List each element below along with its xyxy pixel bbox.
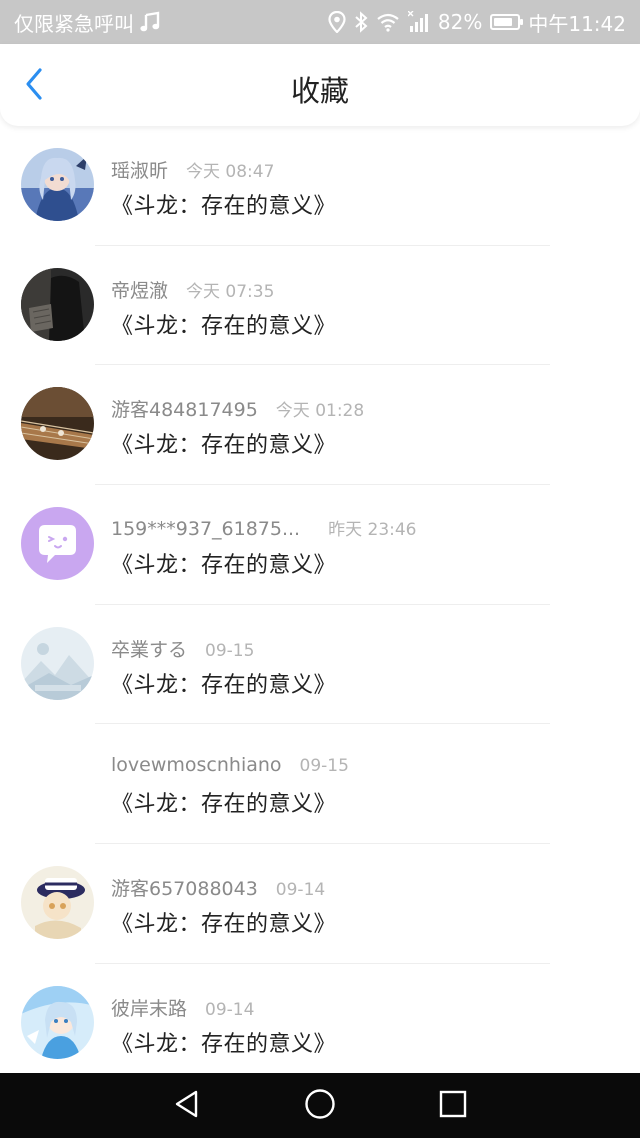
clock: 中午11:42 <box>528 11 626 36</box>
content-title[interactable]: 《斗龙：存在的意义》 <box>111 427 336 459</box>
item-meta: 卒業する 09-15 <box>111 635 254 662</box>
carrier-text: 仅限紧急呼叫 <box>14 11 134 36</box>
content-title[interactable]: 《斗龙：存在的意义》 <box>111 667 336 699</box>
favorite-item[interactable]: 卒業する 09-15 《斗龙：存在的意义》 <box>0 605 640 725</box>
timestamp: 昨天 23:46 <box>328 520 417 541</box>
username[interactable]: 瑶淑昕 <box>111 156 168 183</box>
nav-recents-button[interactable] <box>425 1078 481 1134</box>
favorite-item[interactable]: 159***937_61875... 昨天 23:46 《斗龙：存在的意义》 <box>0 485 640 605</box>
favorite-item[interactable]: 彼岸末路 09-14 《斗龙：存在的意义》 <box>0 964 640 1084</box>
battery-icon <box>490 14 524 30</box>
avatar[interactable] <box>21 387 94 461</box>
battery-fill <box>494 18 513 26</box>
timestamp: 今天 01:28 <box>275 401 365 422</box>
favorite-item[interactable]: 游客657088043 09-14 《斗龙：存在的意义》 <box>0 844 640 964</box>
username[interactable]: 游客657088043 <box>111 874 258 901</box>
signal-icon <box>407 11 430 33</box>
favorite-item[interactable]: lovewmoscnhiano 09-15 《斗龙：存在的意义》 <box>0 724 640 845</box>
favorite-item[interactable]: 游客484817495 今天 01:28 《斗龙：存在的意义》 <box>0 365 640 486</box>
username[interactable]: lovewmoscnhiano <box>111 754 282 776</box>
avatar[interactable] <box>21 267 94 341</box>
timestamp: 09-14 <box>275 880 326 901</box>
home-circle-icon <box>304 1088 336 1124</box>
status-bar: 仅限紧急呼叫 82% 中午11:42 <box>0 0 640 44</box>
bluetooth-icon <box>354 11 368 33</box>
favorite-item[interactable]: 帝煜澈 今天 07:35 《斗龙：存在的意义》 <box>0 246 640 366</box>
username[interactable]: 帝煜澈 <box>111 276 168 303</box>
content-title[interactable]: 《斗龙：存在的意义》 <box>111 308 336 340</box>
item-meta: 瑶淑昕 今天 08:47 <box>111 156 274 183</box>
system-nav-bar <box>0 1073 640 1138</box>
content-title[interactable]: 《斗龙：存在的意义》 <box>111 547 336 579</box>
nav-home-button[interactable] <box>292 1078 348 1134</box>
location-icon <box>328 11 346 33</box>
item-meta: 游客657088043 09-14 <box>111 874 325 901</box>
favorite-item[interactable]: 瑶淑昕 今天 08:47 《斗龙：存在的意义》 <box>0 126 640 246</box>
avatar[interactable] <box>21 985 94 1059</box>
timestamp: 今天 08:47 <box>186 162 275 182</box>
timestamp: 今天 07:35 <box>186 281 275 302</box>
avatar[interactable] <box>21 507 94 581</box>
page-title: 收藏 <box>290 74 349 108</box>
username[interactable]: 卒業する <box>111 635 187 662</box>
status-bar-left: 仅限紧急呼叫 <box>14 8 160 37</box>
username[interactable]: 游客484817495 <box>111 395 258 422</box>
username[interactable]: 彼岸末路 <box>111 994 187 1021</box>
username[interactable]: 159***937_61875... <box>111 518 300 540</box>
back-triangle-icon <box>172 1089 202 1123</box>
timestamp: 09-15 <box>205 640 255 661</box>
music-note-icon <box>140 11 160 33</box>
avatar[interactable] <box>21 148 94 221</box>
item-meta: 彼岸末路 09-14 <box>111 994 254 1021</box>
avatar[interactable] <box>21 626 94 700</box>
item-meta: 帝煜澈 今天 07:35 <box>111 276 274 303</box>
status-bar-right: 82% 中午11:42 <box>328 8 626 37</box>
battery-percent: 82% <box>437 10 483 34</box>
wifi-icon <box>376 12 400 32</box>
timestamp: 09-15 <box>299 756 349 777</box>
timestamp: 09-14 <box>205 999 255 1020</box>
favorites-list: 瑶淑昕 今天 08:47 《斗龙：存在的意义》 帝煜澈 今天 07:35 《斗龙… <box>0 126 640 1084</box>
item-meta: lovewmoscnhiano 09-15 <box>111 754 349 776</box>
content-title[interactable]: 《斗龙：存在的意义》 <box>111 786 336 818</box>
header: 收藏 <box>0 44 640 126</box>
content-title[interactable]: 《斗龙：存在的意义》 <box>111 188 336 220</box>
item-meta: 159***937_61875... 昨天 23:46 <box>111 515 417 540</box>
content-title[interactable]: 《斗龙：存在的意义》 <box>111 1026 336 1058</box>
content-title[interactable]: 《斗龙：存在的意义》 <box>111 906 336 938</box>
recents-square-icon <box>439 1090 467 1122</box>
avatar[interactable] <box>21 866 94 940</box>
nav-back-button[interactable] <box>159 1078 215 1134</box>
item-meta: 游客484817495 今天 01:28 <box>111 395 364 422</box>
